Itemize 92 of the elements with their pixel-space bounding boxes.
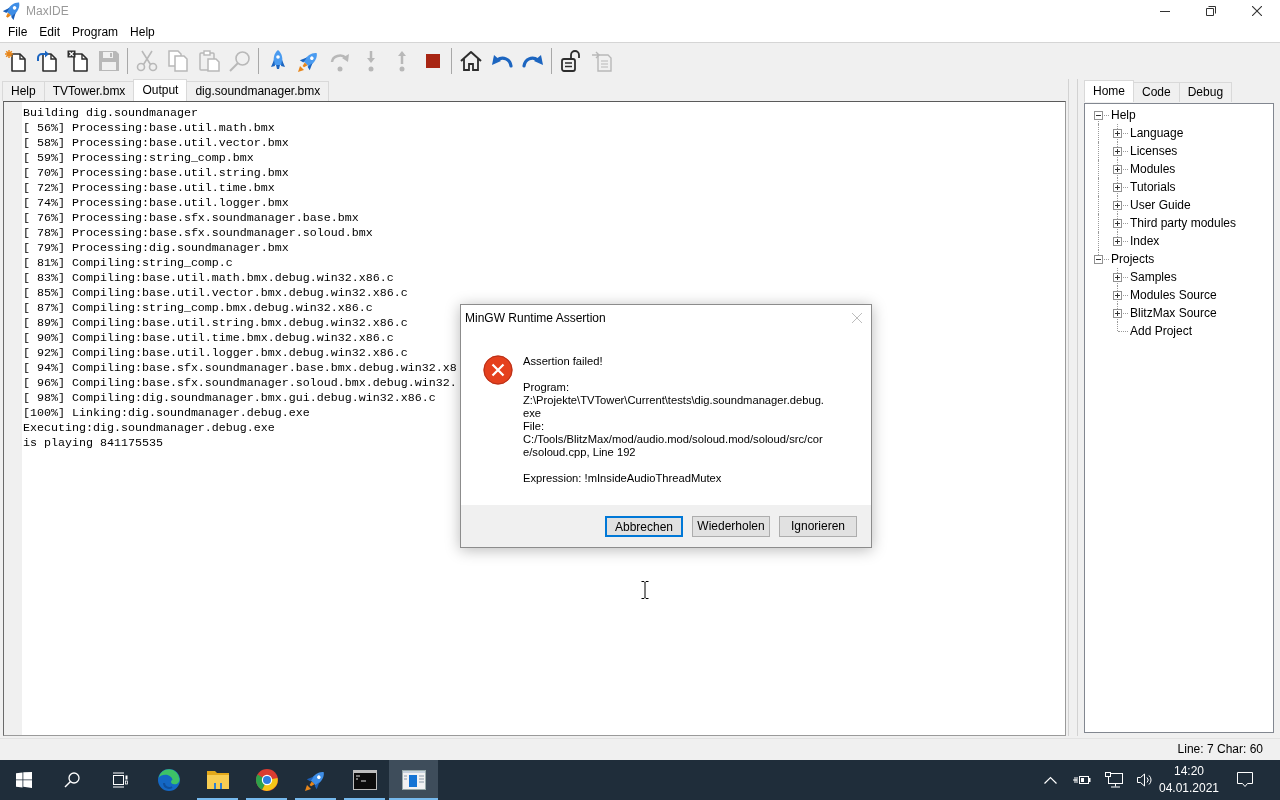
output-line: [ 58%] Processing:base.util.vector.bmx <box>23 136 290 151</box>
output-line: [ 56%] Processing:base.util.math.bmx <box>23 121 276 136</box>
output-line: [ 78%] Processing:base.sfx.soundmanager.soloud.bmx <box>23 226 374 241</box>
tree-item[interactable]: Samples <box>1129 269 1178 285</box>
restore-icon[interactable] <box>1206 6 1216 16</box>
ring-icon <box>254 768 279 792</box>
minimize-icon[interactable] <box>1160 10 1170 12</box>
dialog-button[interactable]: Abbrechen <box>605 515 683 537</box>
search-icon[interactable] <box>64 772 80 788</box>
output-line: [ 94%] Compiling:base.sfx.soundmanager.base.bmx.debug.win32.x8 <box>23 361 457 376</box>
collapse-icon[interactable] <box>1094 111 1103 120</box>
editor-tab[interactable]: dig.soundmanager.bmx <box>186 81 330 101</box>
output-line: [ 83%] Compiling:base.util.math.bmx.debug.win32.x86.c <box>23 271 395 286</box>
tree-item[interactable]: BlitzMax Source <box>1129 305 1218 321</box>
folder-icon <box>205 768 230 792</box>
tree-item[interactable]: Index <box>1129 233 1161 249</box>
menu-item[interactable]: Edit <box>33 22 67 42</box>
output-line: [100%] Linking:dig.soundmanager.debug.exe <box>23 406 311 421</box>
dialog-message: Assertion failed! <box>523 355 604 368</box>
expand-icon[interactable] <box>1113 183 1122 192</box>
output-line: [ 59%] Processing:string_comp.bmx <box>23 151 255 166</box>
menu-item[interactable]: Help <box>124 22 161 42</box>
output-line: [ 74%] Processing:base.util.logger.bmx <box>23 196 290 211</box>
open-file-icon[interactable] <box>34 49 59 73</box>
tree-item[interactable]: Projects <box>1110 251 1156 267</box>
notification-icon[interactable] <box>1237 772 1253 788</box>
clock-time: 14:20 <box>1174 763 1204 780</box>
panel-tab[interactable]: Home <box>1084 80 1134 102</box>
editor-tab[interactable]: Help <box>2 81 45 101</box>
menu-item[interactable]: File <box>2 22 34 42</box>
output-line: [ 96%] Compiling:base.sfx.soundmanager.soloud.bmx.debug.win32. <box>23 376 457 391</box>
expand-icon[interactable] <box>1113 201 1122 210</box>
expand-icon[interactable] <box>1113 129 1122 138</box>
output-line: [ 85%] Compiling:base.util.vector.bmx.debug.win32.x86.c <box>23 286 409 301</box>
dialog-message: Expression: !mInsideAudioThreadMutex <box>523 472 723 485</box>
output-line: [ 98%] Compiling:dig.soundmanager.bmx.gui.debug.win32.x86.c <box>23 391 437 406</box>
close-file-icon[interactable] <box>65 49 90 73</box>
dialog-button[interactable]: Wiederholen <box>692 515 770 537</box>
collapse-icon[interactable] <box>1094 255 1103 264</box>
speaker-icon[interactable] <box>1136 773 1152 787</box>
output-line: [ 76%] Processing:base.sfx.soundmanager.base.bmx <box>23 211 360 226</box>
error-icon <box>483 355 513 385</box>
dialog-button[interactable]: Ignorieren <box>779 515 857 537</box>
output-line: [ 90%] Compiling:base.util.time.bmx.debug.win32.x86.c <box>23 331 395 346</box>
window-icon <box>401 768 426 792</box>
output-line: Executing:dig.soundmanager.debug.exe <box>23 421 276 436</box>
expand-icon[interactable] <box>1113 237 1122 246</box>
output-line: [ 72%] Processing:base.util.time.bmx <box>23 181 276 196</box>
tree-item[interactable]: Third party modules <box>1129 215 1238 231</box>
output-line: Building dig.soundmanager <box>23 106 199 121</box>
swirl-icon <box>156 768 181 792</box>
power-plug-icon[interactable] <box>1073 775 1091 785</box>
expand-icon[interactable] <box>1113 273 1122 282</box>
output-line: [ 89%] Compiling:base.util.string.bmx.debug.win32.x86.c <box>23 316 409 331</box>
output-line: [ 87%] Compiling:string_comp.bmx.debug.win32.x86.c <box>23 301 374 316</box>
text-cursor-icon <box>641 581 649 599</box>
tree-item[interactable]: Help <box>1110 107 1137 123</box>
close-icon[interactable] <box>1252 6 1262 16</box>
expand-icon[interactable] <box>1113 291 1122 300</box>
start-menu-icon[interactable] <box>16 772 32 788</box>
tree-item[interactable]: Tutorials <box>1129 179 1177 195</box>
tree-item[interactable]: Licenses <box>1129 143 1179 159</box>
status-text: Line: 7 Char: 60 <box>1177 742 1263 757</box>
expand-icon[interactable] <box>1113 309 1122 318</box>
network-icon[interactable] <box>1105 772 1123 788</box>
expand-icon[interactable] <box>1113 165 1122 174</box>
expand-icon[interactable] <box>1113 147 1122 156</box>
terminal-icon <box>352 768 377 792</box>
output-line: is playing 841175535 <box>23 436 164 451</box>
home-icon[interactable] <box>458 49 483 73</box>
tree-item[interactable]: Language <box>1129 125 1185 141</box>
menu-item[interactable]: Program <box>66 22 125 42</box>
editor-tab[interactable]: Output <box>133 79 188 101</box>
new-file-icon[interactable] <box>3 49 28 73</box>
clock-date: 04.01.2021 <box>1158 780 1220 797</box>
tree-item[interactable]: Modules Source <box>1129 287 1218 303</box>
taskbar-button[interactable] <box>389 760 438 800</box>
output-line: [ 81%] Compiling:string_comp.c <box>23 256 234 271</box>
output-line: [ 79%] Processing:dig.soundmanager.bmx <box>23 241 290 256</box>
task-view-icon[interactable] <box>112 772 128 788</box>
output-line: [ 92%] Compiling:base.util.logger.bmx.debug.win32.x86.c <box>23 346 409 361</box>
padlock-icon[interactable] <box>558 49 583 73</box>
window-title: MaxIDE <box>26 3 69 19</box>
dialog-title: MinGW Runtime Assertion <box>465 310 606 326</box>
expand-icon[interactable] <box>1113 219 1122 228</box>
output-line: [ 70%] Processing:base.util.string.bmx <box>23 166 290 181</box>
tree-item[interactable]: Add Project <box>1129 323 1194 339</box>
chevron-up-icon[interactable] <box>1043 776 1057 784</box>
tree-item[interactable]: Modules <box>1129 161 1177 177</box>
tree-item[interactable]: User Guide <box>1129 197 1192 213</box>
dialog-message: Program: Z:\Projekte\TVTower\Current\tests\dig.soundmanager.debug. exe File: C:/Tools/BlitzMax/mod/audio.mod/soloud.mod/soloud/src/cor e/soloud.cpp, Line 192 <box>523 381 824 459</box>
panel-tab[interactable]: Debug <box>1178 82 1233 102</box>
